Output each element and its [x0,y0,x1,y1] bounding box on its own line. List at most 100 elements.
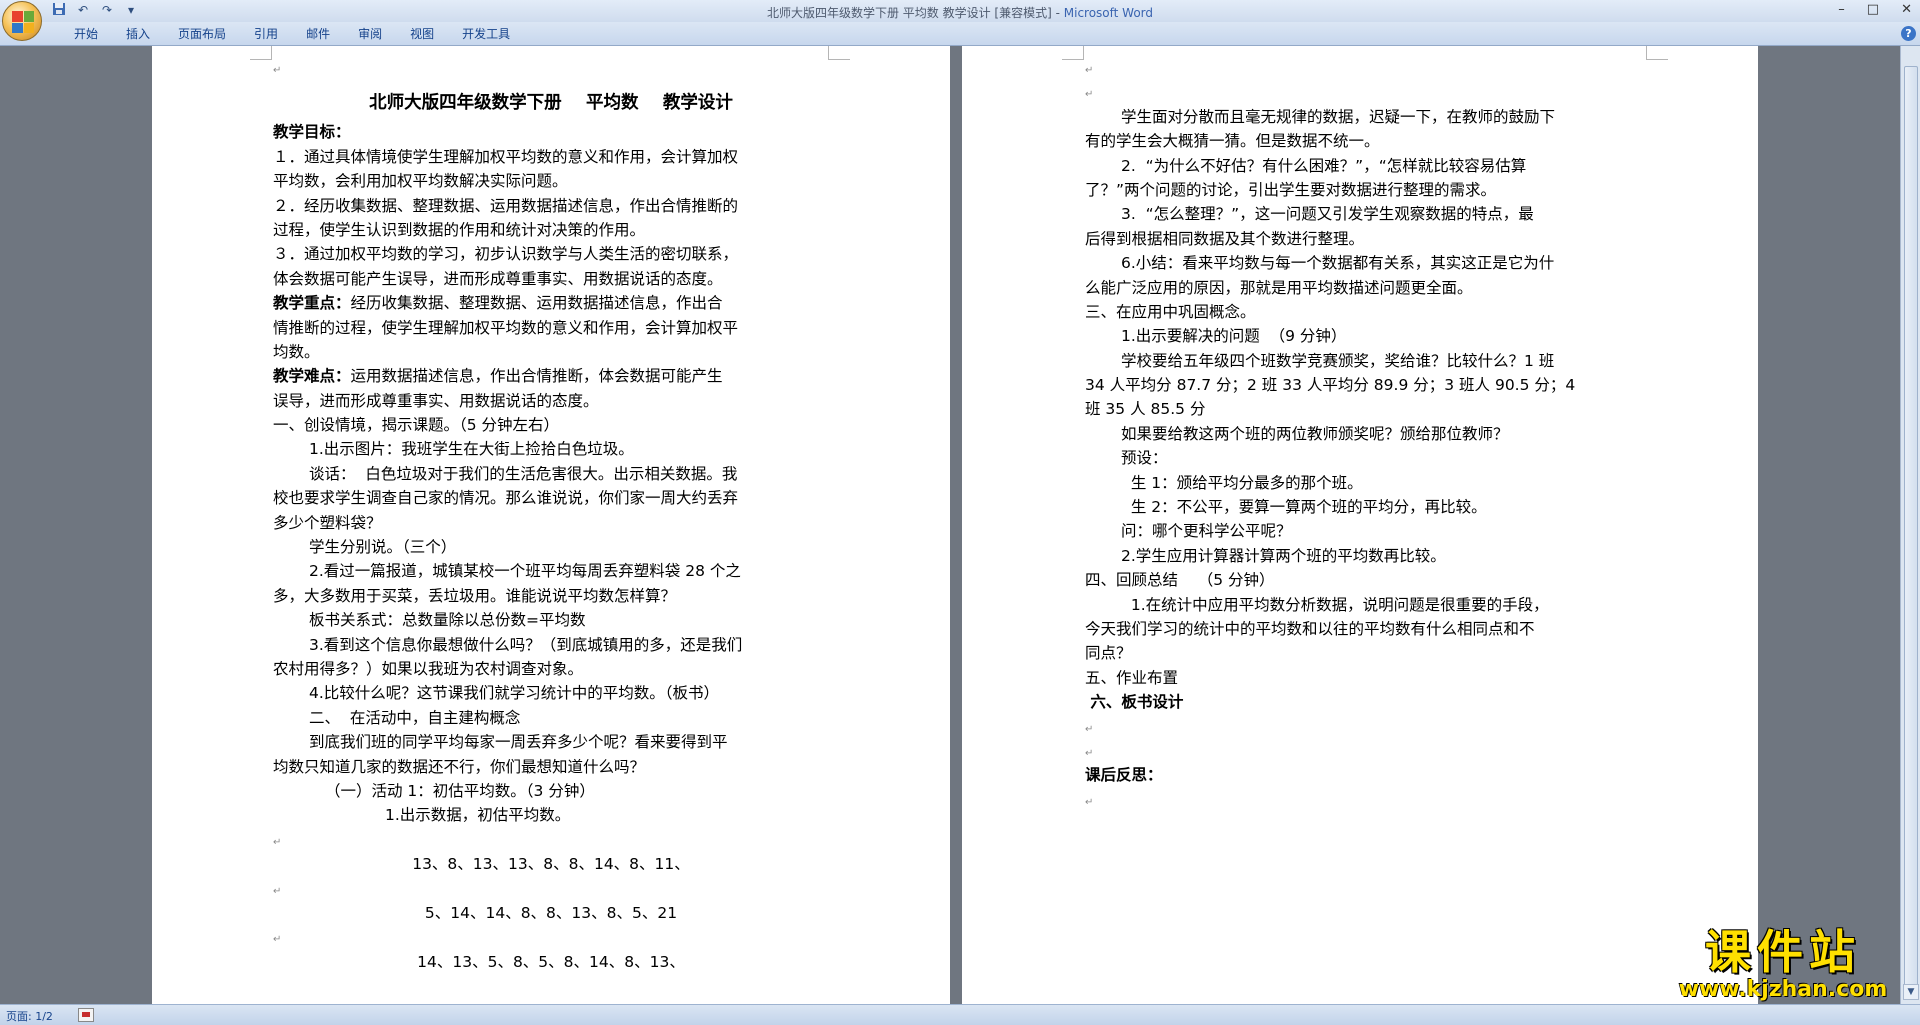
page-1-body[interactable]: ↵ 北师大版四年级数学下册 平均数 教学设计 教学目标： １．通过具体情境使学生理解加… [273,56,829,974]
paragraph-line[interactable]: ↵ [273,877,829,901]
paragraph-line[interactable]: 14、13、5、8、5、8、14、8、13、 [273,950,829,974]
paragraph-line[interactable]: 今天我们学习的统计中的平均数和以往的平均数有什么相同点和不 [1085,617,1645,641]
paragraph-line[interactable]: 3. “怎么整理？”，这一问题又引发学生观察数据的特点，最 [1085,202,1645,226]
paragraph-line[interactable]: 多少个塑料袋？ [273,511,829,535]
close-button[interactable]: ✕ [1901,0,1912,20]
paragraph-line[interactable]: ↵ [1085,56,1645,80]
page-1[interactable]: ↵ 北师大版四年级数学下册 平均数 教学设计 教学目标： １．通过具体情境使学生理解加… [152,46,950,1004]
help-icon[interactable]: ? [1901,26,1916,41]
paragraph-line[interactable]: 6.小结：看来平均数与每一个数据都有关系，其实这正是它为什 [1085,251,1645,275]
paragraph-mark-icon: ↵ [1085,723,1094,735]
maximize-button[interactable]: □ [1867,0,1879,20]
paragraph-line[interactable]: 34 人平均分 87.7 分；2 班 33 人平均分 89.9 分；3 班人 9… [1085,373,1645,397]
paragraph-line[interactable]: ↵ [1085,739,1645,763]
paragraph-line[interactable]: 了？”两个问题的讨论，引出学生要对数据进行整理的需求。 [1085,178,1645,202]
tab-view[interactable]: 视图 [396,26,448,43]
paragraph-line[interactable]: （一）活动 1：初估平均数。（3 分钟） [273,779,829,803]
paragraph-line[interactable]: 13、8、13、13、8、8、14、8、11、 [273,852,829,876]
paragraph-line[interactable]: 平均数，会利用加权平均数解决实际问题。 [273,169,829,193]
tab-developer[interactable]: 开发工具 [448,26,524,43]
paragraph-line[interactable]: 班 35 人 85.5 分 [1085,397,1645,421]
heading-text: 运用数据描述信息，作出合情推断，体会数据可能产生 [350,367,723,386]
paragraph-line[interactable]: 如果要给教这两个班的两位教师颁奖呢？颁给那位教师？ [1085,422,1645,446]
status-bar: 页面: 1/2 [0,1004,1920,1025]
paragraph-line[interactable]: 生 2：不公平，要算一算两个班的平均分，再比较。 [1085,495,1645,519]
paragraph-line[interactable]: 六、板书设计 [1085,690,1645,714]
paragraph-line[interactable]: 生 1：颁给平均分最多的那个班。 [1085,471,1645,495]
heading-text: 经历收集数据、整理数据、运用数据描述信息，作出合 [350,294,723,313]
paragraph-line[interactable]: 学校要给五年级四个班数学竞赛颁奖，奖给谁？比较什么？1 班 [1085,349,1645,373]
paragraph-line[interactable]: １．通过具体情境使学生理解加权平均数的意义和作用，会计算加权 [273,145,829,169]
watermark: 课件站 www.kjzhan.com [1662,926,1904,1004]
paragraph-line[interactable]: 体会数据可能产生误导，进而形成尊重事实、用数据说话的态度。 [273,267,829,291]
paragraph-line[interactable]: 预设： [1085,446,1645,470]
paragraph-line[interactable]: 么能广泛应用的原因，那就是用平均数描述问题更全面。 [1085,276,1645,300]
page-2[interactable]: ↵ ↵ 学生面对分散而且毫无规律的数据，迟疑一下，在教师的鼓励下 有的学生会大概猜一猜… [962,46,1758,1004]
paragraph-line[interactable]: ↵ [273,828,829,852]
paragraph-line[interactable]: 有的学生会大概猜一猜。但是数据不统一。 [1085,129,1645,153]
tab-page-layout[interactable]: 页面布局 [164,26,240,43]
vertical-scrollbar[interactable]: ▼ [1900,46,1920,1004]
paragraph-line[interactable]: 5、14、14、8、8、13、8、5、21 [273,901,829,925]
paragraph-line[interactable]: 谈话： 白色垃圾对于我们的生活危害很大。出示相关数据。我 [273,462,829,486]
paragraph-line[interactable]: 一、创设情境，揭示课题。（5 分钟左右） [273,413,829,437]
paragraph-mark-icon: ↵ [273,65,282,76]
paragraph-line[interactable]: 到底我们班的同学平均每家一周丢弃多少个呢？看来要得到平 [273,730,829,754]
paragraph-line[interactable]: 均数只知道几家的数据还不行，你们最想知道什么吗？ [273,755,829,779]
tab-references[interactable]: 引用 [240,26,292,43]
tab-mailings[interactable]: 邮件 [292,26,344,43]
paragraph-line[interactable]: ↵ [273,56,829,80]
document-title: 北师大版四年级数学下册 平均数 教学设计 [兼容模式] - [766,6,1064,20]
tab-review[interactable]: 审阅 [344,26,396,43]
paragraph-line[interactable]: 1.出示图片：我班学生在大街上捡拾白色垃圾。 [273,437,829,461]
paragraph-line[interactable]: 后得到根据相同数据及其个数进行整理。 [1085,227,1645,251]
paragraph-line[interactable]: 教学重点：经历收集数据、整理数据、运用数据描述信息，作出合 [273,291,829,315]
page-2-body[interactable]: ↵ ↵ 学生面对分散而且毫无规律的数据，迟疑一下，在教师的鼓励下 有的学生会大概猜一猜… [1085,56,1645,812]
paragraph-line[interactable]: ↵ [273,925,829,949]
minimize-button[interactable]: – [1838,0,1845,20]
office-button[interactable] [2,1,42,41]
paragraph-line[interactable]: 4.比较什么呢？这节课我们就学习统计中的平均数。（板书） [273,681,829,705]
paragraph-line[interactable]: 1.出示要解决的问题 （9 分钟） [1085,324,1645,348]
document-area[interactable]: ↵ 北师大版四年级数学下册 平均数 教学设计 教学目标： １．通过具体情境使学生理解加… [0,46,1900,1004]
paragraph-line[interactable]: 过程，使学生认识到数据的作用和统计对决策的作用。 [273,218,829,242]
paragraph-line[interactable]: 多，大多数用于买菜，丢垃圾用。谁能说说平均数怎样算？ [273,584,829,608]
paragraph-line[interactable]: 课后反思： [1085,763,1645,787]
crop-mark [1646,46,1668,60]
scroll-down-icon[interactable]: ▼ [1903,984,1919,1000]
paragraph-line[interactable]: ３．通过加权平均数的学习，初步认识数学与人类生活的密切联系， [273,242,829,266]
paragraph-line[interactable]: 1.在统计中应用平均数分析数据，说明问题是很重要的手段， [1085,593,1645,617]
paragraph-line[interactable]: 北师大版四年级数学下册 平均数 教学设计 [273,86,829,120]
paragraph-line[interactable]: 2.看过一篇报道，城镇某校一个班平均每周丢弃塑料袋 28 个之 [273,559,829,583]
proofing-icon[interactable] [78,1008,94,1022]
heading-label: 教学重点： [273,294,351,313]
paragraph-line[interactable]: ↵ [1085,788,1645,812]
paragraph-line[interactable]: ↵ [1085,80,1645,104]
paragraph-line[interactable]: 问：哪个更科学公平呢？ [1085,519,1645,543]
paragraph-line[interactable]: 学生面对分散而且毫无规律的数据，迟疑一下，在教师的鼓励下 [1085,105,1645,129]
paragraph-line[interactable]: 学生分别说。（三个） [273,535,829,559]
tab-home[interactable]: 开始 [60,26,112,43]
paragraph-line[interactable]: 2. “为什么不好估？有什么困难？”，“怎样就比较容易估算 [1085,154,1645,178]
paragraph-line[interactable]: 3.看到这个信息你最想做什么吗？（到底城镇用的多，还是我们 [273,633,829,657]
paragraph-line[interactable]: 校也要求学生调查自己家的情况。那么谁说说，你们家一周大约丢弃 [273,486,829,510]
paragraph-line[interactable]: 同点？ [1085,641,1645,665]
paragraph-line[interactable]: 二、 在活动中，自主建构概念 [273,706,829,730]
paragraph-line[interactable]: 1.出示数据，初估平均数。 [273,803,829,827]
paragraph-line[interactable]: ２．经历收集数据、整理数据、运用数据描述信息，作出合情推断的 [273,194,829,218]
paragraph-line[interactable]: 情推断的过程，使学生理解加权平均数的意义和作用，会计算加权平 [273,316,829,340]
paragraph-line[interactable]: 板书关系式：总数量除以总份数=平均数 [273,608,829,632]
paragraph-line[interactable]: 教学目标： [273,120,829,144]
tab-insert[interactable]: 插入 [112,26,164,43]
paragraph-line[interactable]: 农村用得多？）如果以我班为农村调查对象。 [273,657,829,681]
paragraph-line[interactable]: 三、在应用中巩固概念。 [1085,300,1645,324]
paragraph-line[interactable]: 教学难点：运用数据描述信息，作出合情推断，体会数据可能产生 [273,364,829,388]
paragraph-line[interactable]: ↵ [1085,715,1645,739]
paragraph-line[interactable]: 2.学生应用计算器计算两个班的平均数再比较。 [1085,544,1645,568]
paragraph-line[interactable]: 五、作业布置 [1085,666,1645,690]
paragraph-line[interactable]: 均数。 [273,340,829,364]
paragraph-line[interactable]: 误导，进而形成尊重事实、用数据说话的态度。 [273,389,829,413]
paragraph-line[interactable]: 四、回顾总结 （5 分钟） [1085,568,1645,592]
scrollbar-thumb[interactable] [1904,66,1918,986]
page-count[interactable]: 页面: 1/2 [6,1008,53,1024]
